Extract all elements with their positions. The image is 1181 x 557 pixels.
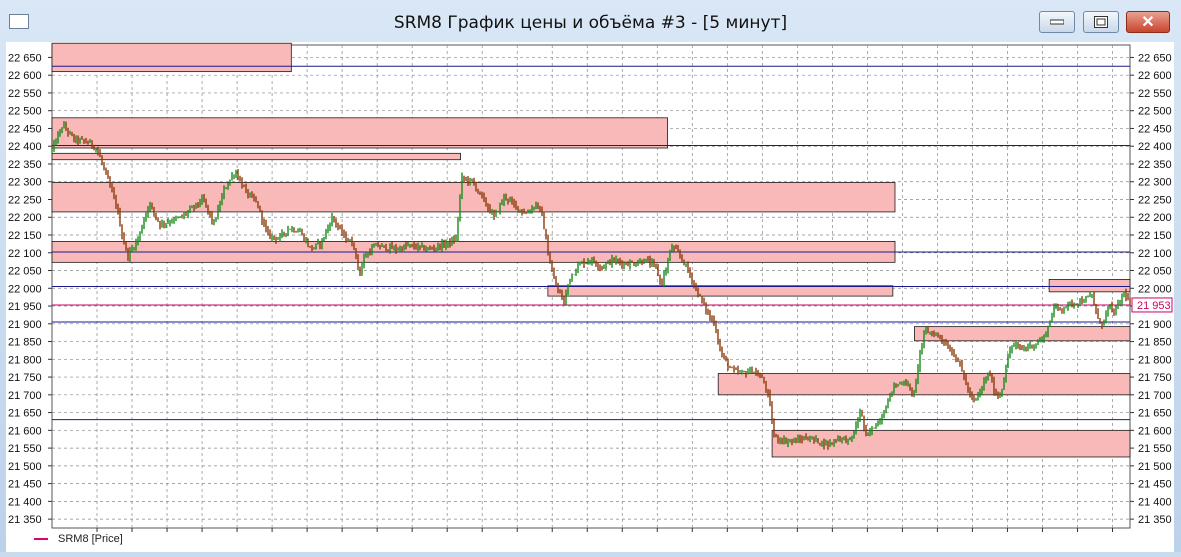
y-tick-label: 21 500 (1138, 461, 1172, 473)
y-tick-label: 22 500 (1138, 106, 1172, 118)
y-tick-label: 22 200 (1138, 212, 1172, 224)
chart-window: SRM8 График цены и объёма #3 - [5 минут]… (0, 0, 1181, 552)
price-zone (51, 182, 896, 213)
minimize-button[interactable] (1039, 11, 1075, 33)
y-tick-label: 22 400 (1138, 141, 1172, 153)
y-tick-label: 22 050 (8, 266, 42, 278)
y-tick-label: 22 350 (1138, 159, 1172, 171)
y-tick-label: 22 450 (8, 123, 42, 135)
y-tick-label: 21 450 (8, 479, 42, 491)
y-axis-left: 22 650 22 600 22 550 22 500 22 450 22 400 22 3… (8, 52, 52, 526)
y-tick-label: 21 800 (1138, 354, 1172, 366)
y-tick-label: 21 700 (8, 390, 42, 402)
price-zone (717, 373, 1131, 396)
y-tick-label: 21 800 (8, 354, 42, 366)
y-tick-label: 22 550 (8, 88, 42, 100)
y-tick-label: 21 400 (8, 496, 42, 508)
y-tick-label: 22 200 (8, 212, 42, 224)
y-tick-label: 21 400 (1138, 496, 1172, 508)
y-tick-label: 22 600 (8, 70, 42, 82)
close-button[interactable]: ✕ (1126, 11, 1170, 33)
y-tick-label: 21 850 (8, 337, 42, 349)
y-tick-label: 21 350 (1138, 514, 1172, 526)
legend-label: SRM8 [Price] (58, 533, 123, 545)
y-tick-label: 21 600 (1138, 425, 1172, 437)
price-zone (1048, 278, 1131, 293)
current-price-label: 21 953 (1137, 300, 1171, 312)
y-tick-label: 21 600 (8, 425, 42, 437)
y-tick-label: 22 350 (8, 159, 42, 171)
y-tick-label: 21 350 (8, 514, 42, 526)
legend-swatch (34, 538, 48, 540)
minimize-icon (1050, 19, 1064, 25)
y-tick-label: 22 650 (8, 52, 42, 64)
y-tick-label: 22 150 (8, 230, 42, 242)
y-tick-label: 21 900 (1138, 319, 1172, 331)
window-title: SRM8 График цены и объёма #3 - [5 минут] (393, 13, 788, 33)
price-chart[interactable]: 22 650 22 600 22 550 22 500 22 450 22 400 22 3… (6, 42, 1174, 552)
y-tick-label: 22 400 (8, 141, 42, 153)
y-tick-label: 22 450 (1138, 123, 1172, 135)
y-tick-label: 21 550 (8, 443, 42, 455)
y-tick-label: 21 750 (1138, 372, 1172, 384)
legend: SRM8 [Price] (34, 533, 123, 545)
current-price-marker: 21 953 (1131, 297, 1173, 313)
y-axis-right: 22 650 22 600 22 550 22 500 22 450 22 400 22 3… (1130, 52, 1172, 526)
y-tick-label: 22 650 (1138, 52, 1172, 64)
y-tick-label: 22 250 (1138, 194, 1172, 206)
y-tick-label: 21 850 (1138, 337, 1172, 349)
y-tick-label: 22 100 (1138, 248, 1172, 260)
y-tick-label: 21 900 (8, 319, 42, 331)
y-tick-label: 22 000 (8, 283, 42, 295)
y-tick-label: 21 700 (1138, 390, 1172, 402)
price-zone (51, 152, 461, 161)
chart-area[interactable]: 22 650 22 600 22 550 22 500 22 450 22 400 22 3… (6, 42, 1174, 552)
y-tick-label: 21 550 (1138, 443, 1172, 455)
y-tick-label: 21 750 (8, 372, 42, 384)
y-tick-label: 21 450 (1138, 479, 1172, 491)
y-tick-label: 22 300 (1138, 177, 1172, 189)
price-zone (51, 117, 668, 149)
y-tick-label: 22 050 (1138, 266, 1172, 278)
y-tick-label: 21 650 (1138, 408, 1172, 420)
y-tick-label: 22 150 (1138, 230, 1172, 242)
title-bar[interactable]: SRM8 График цены и объёма #3 - [5 минут]… (0, 0, 1181, 44)
price-zone (51, 42, 292, 73)
y-tick-label: 22 250 (8, 194, 42, 206)
y-tick-label: 21 500 (8, 461, 42, 473)
y-tick-label: 22 600 (1138, 70, 1172, 82)
price-zone (914, 326, 1131, 342)
y-tick-label: 22 000 (1138, 283, 1172, 295)
restore-icon (1094, 16, 1108, 28)
close-icon: ✕ (1141, 14, 1155, 31)
price-zone (547, 285, 894, 297)
y-tick-label: 21 950 (8, 301, 42, 313)
y-tick-label: 22 300 (8, 177, 42, 189)
y-tick-label: 22 100 (8, 248, 42, 260)
y-tick-label: 22 550 (1138, 88, 1172, 100)
y-tick-label: 22 500 (8, 106, 42, 118)
y-tick-label: 21 650 (8, 408, 42, 420)
maximize-button[interactable] (1083, 11, 1119, 33)
